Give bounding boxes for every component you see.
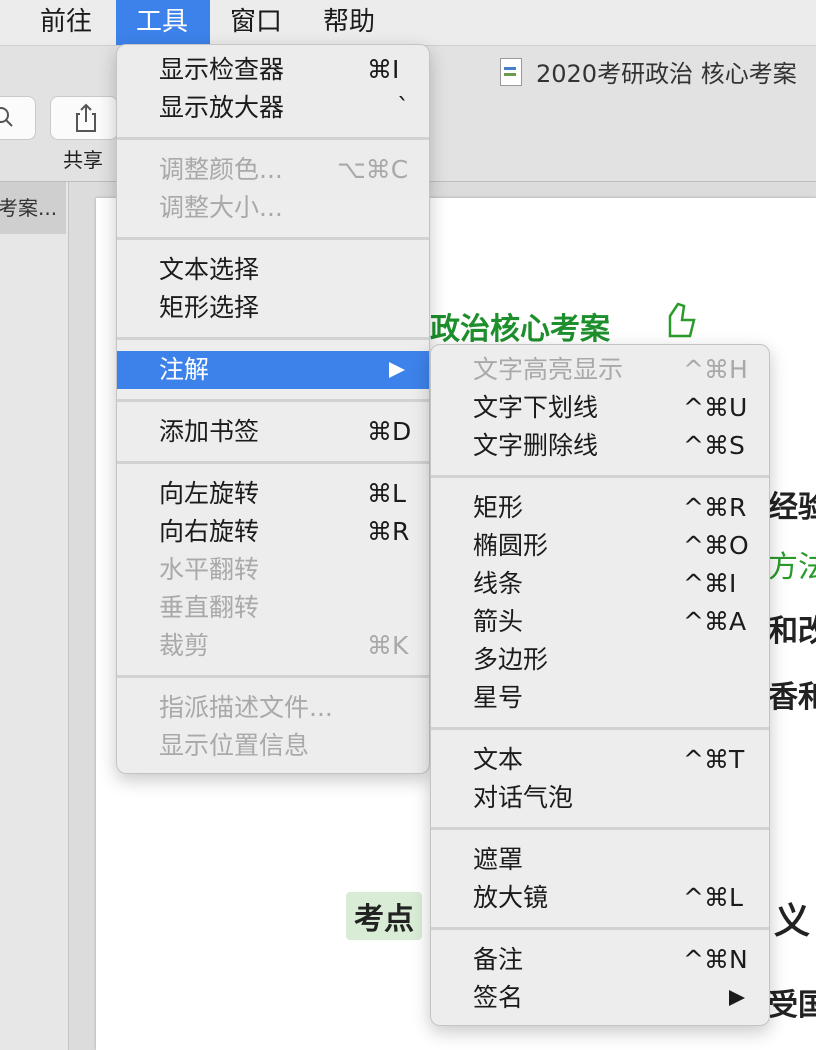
- menu-item-crop[interactable]: 裁剪 ⌘K: [117, 627, 429, 665]
- page-text-fragment: 受国: [768, 988, 816, 1023]
- page-text-fragment: 香和: [768, 680, 816, 715]
- menu-item-underline-text[interactable]: 文字下划线 ^⌘U: [431, 389, 769, 427]
- menubar-item-tools[interactable]: 工具: [116, 0, 210, 45]
- menu-separator: [117, 237, 429, 240]
- document-icon: [500, 58, 522, 86]
- menu-item-mask[interactable]: 遮罩: [431, 841, 769, 879]
- menu-item-rectangle[interactable]: 矩形 ^⌘R: [431, 489, 769, 527]
- search-button[interactable]: [0, 96, 36, 140]
- document-title: 2020考研政治 核心考案: [536, 60, 797, 88]
- menu-item-add-bookmark[interactable]: 添加书签 ⌘D: [117, 413, 429, 451]
- menu-separator: [117, 675, 429, 678]
- menu-item-arrow[interactable]: 箭头 ^⌘A: [431, 603, 769, 641]
- menu-separator: [117, 461, 429, 464]
- menu-separator: [431, 827, 769, 830]
- menu-item-line[interactable]: 线条 ^⌘I: [431, 565, 769, 603]
- page-text-fragment: 经验: [768, 490, 816, 525]
- menu-bar: : 前往 工具 窗口 帮助: [0, 0, 816, 46]
- menu-item-signature[interactable]: 签名: [431, 979, 769, 1017]
- menu-item-show-magnifier[interactable]: 显示放大器 `: [117, 89, 429, 127]
- page-text-fragment: 义: [774, 901, 811, 942]
- menu-item-show-inspector[interactable]: 显示检查器 ⌘I: [117, 51, 429, 89]
- menu-separator: [431, 475, 769, 478]
- menu-separator: [117, 399, 429, 402]
- menu-item-rotate-left[interactable]: 向左旋转 ⌘L: [117, 475, 429, 513]
- menu-item-show-location[interactable]: 显示位置信息: [117, 727, 429, 765]
- menu-item-rotate-right[interactable]: 向右旋转 ⌘R: [117, 513, 429, 551]
- menu-item-text[interactable]: 文本 ^⌘T: [431, 741, 769, 779]
- menu-item-speech-bubble[interactable]: 对话气泡: [431, 779, 769, 817]
- menubar-item-go[interactable]: 前往: [20, 0, 112, 45]
- menu-item-adjust-color[interactable]: 调整颜色... ⌥⌘C: [117, 151, 429, 189]
- page-text-fragment: 和改: [768, 614, 816, 649]
- share-button[interactable]: [50, 96, 118, 140]
- menu-separator: [117, 337, 429, 340]
- menu-item-flip-horizontal[interactable]: 水平翻转: [117, 551, 429, 589]
- menu-item-note[interactable]: 备注 ^⌘N: [431, 941, 769, 979]
- share-label: 共享: [63, 148, 103, 172]
- sidebar-item-document[interactable]: 考案...: [0, 182, 66, 234]
- menu-item-oval[interactable]: 椭圆形 ^⌘O: [431, 527, 769, 565]
- menu-item-adjust-size[interactable]: 调整大小...: [117, 189, 429, 227]
- tools-menu: 显示检查器 ⌘I 显示放大器 ` 调整颜色... ⌥⌘C 调整大小... 文本选…: [116, 44, 430, 774]
- page-text-fragment: 方法: [768, 550, 816, 585]
- thumbs-up-icon: [668, 302, 696, 338]
- menu-item-polygon[interactable]: 多边形: [431, 641, 769, 679]
- share-icon: [76, 103, 96, 132]
- menu-item-assign-profile[interactable]: 指派描述文件...: [117, 689, 429, 727]
- menu-item-loupe[interactable]: 放大镜 ^⌘L: [431, 879, 769, 917]
- page-section-badge: 考点: [346, 892, 422, 940]
- menu-item-strikethrough-text[interactable]: 文字删除线 ^⌘S: [431, 427, 769, 465]
- page-heading-text: 政治核心考案: [430, 312, 610, 347]
- menu-item-star[interactable]: 星号: [431, 679, 769, 717]
- search-icon: [0, 107, 13, 127]
- menu-item-flip-vertical[interactable]: 垂直翻转: [117, 589, 429, 627]
- menubar-item-help[interactable]: 帮助: [303, 0, 395, 45]
- menu-item-text-selection[interactable]: 文本选择: [117, 251, 429, 289]
- menu-separator: [431, 727, 769, 730]
- menu-item-highlight-text[interactable]: 文字高亮显示 ^⌘H: [431, 351, 769, 389]
- menu-item-rect-selection[interactable]: 矩形选择: [117, 289, 429, 327]
- submenu-arrow-icon: [389, 362, 405, 378]
- menu-item-annotate[interactable]: 注解: [117, 351, 429, 389]
- menu-separator: [431, 927, 769, 930]
- menubar-item-window[interactable]: 窗口: [210, 0, 302, 45]
- submenu-arrow-icon: [729, 990, 745, 1006]
- menu-separator: [117, 137, 429, 140]
- sidebar: 考案...: [0, 182, 69, 1050]
- annotate-submenu: 文字高亮显示 ^⌘H 文字下划线 ^⌘U 文字删除线 ^⌘S 矩形 ^⌘R 椭圆…: [430, 344, 770, 1026]
